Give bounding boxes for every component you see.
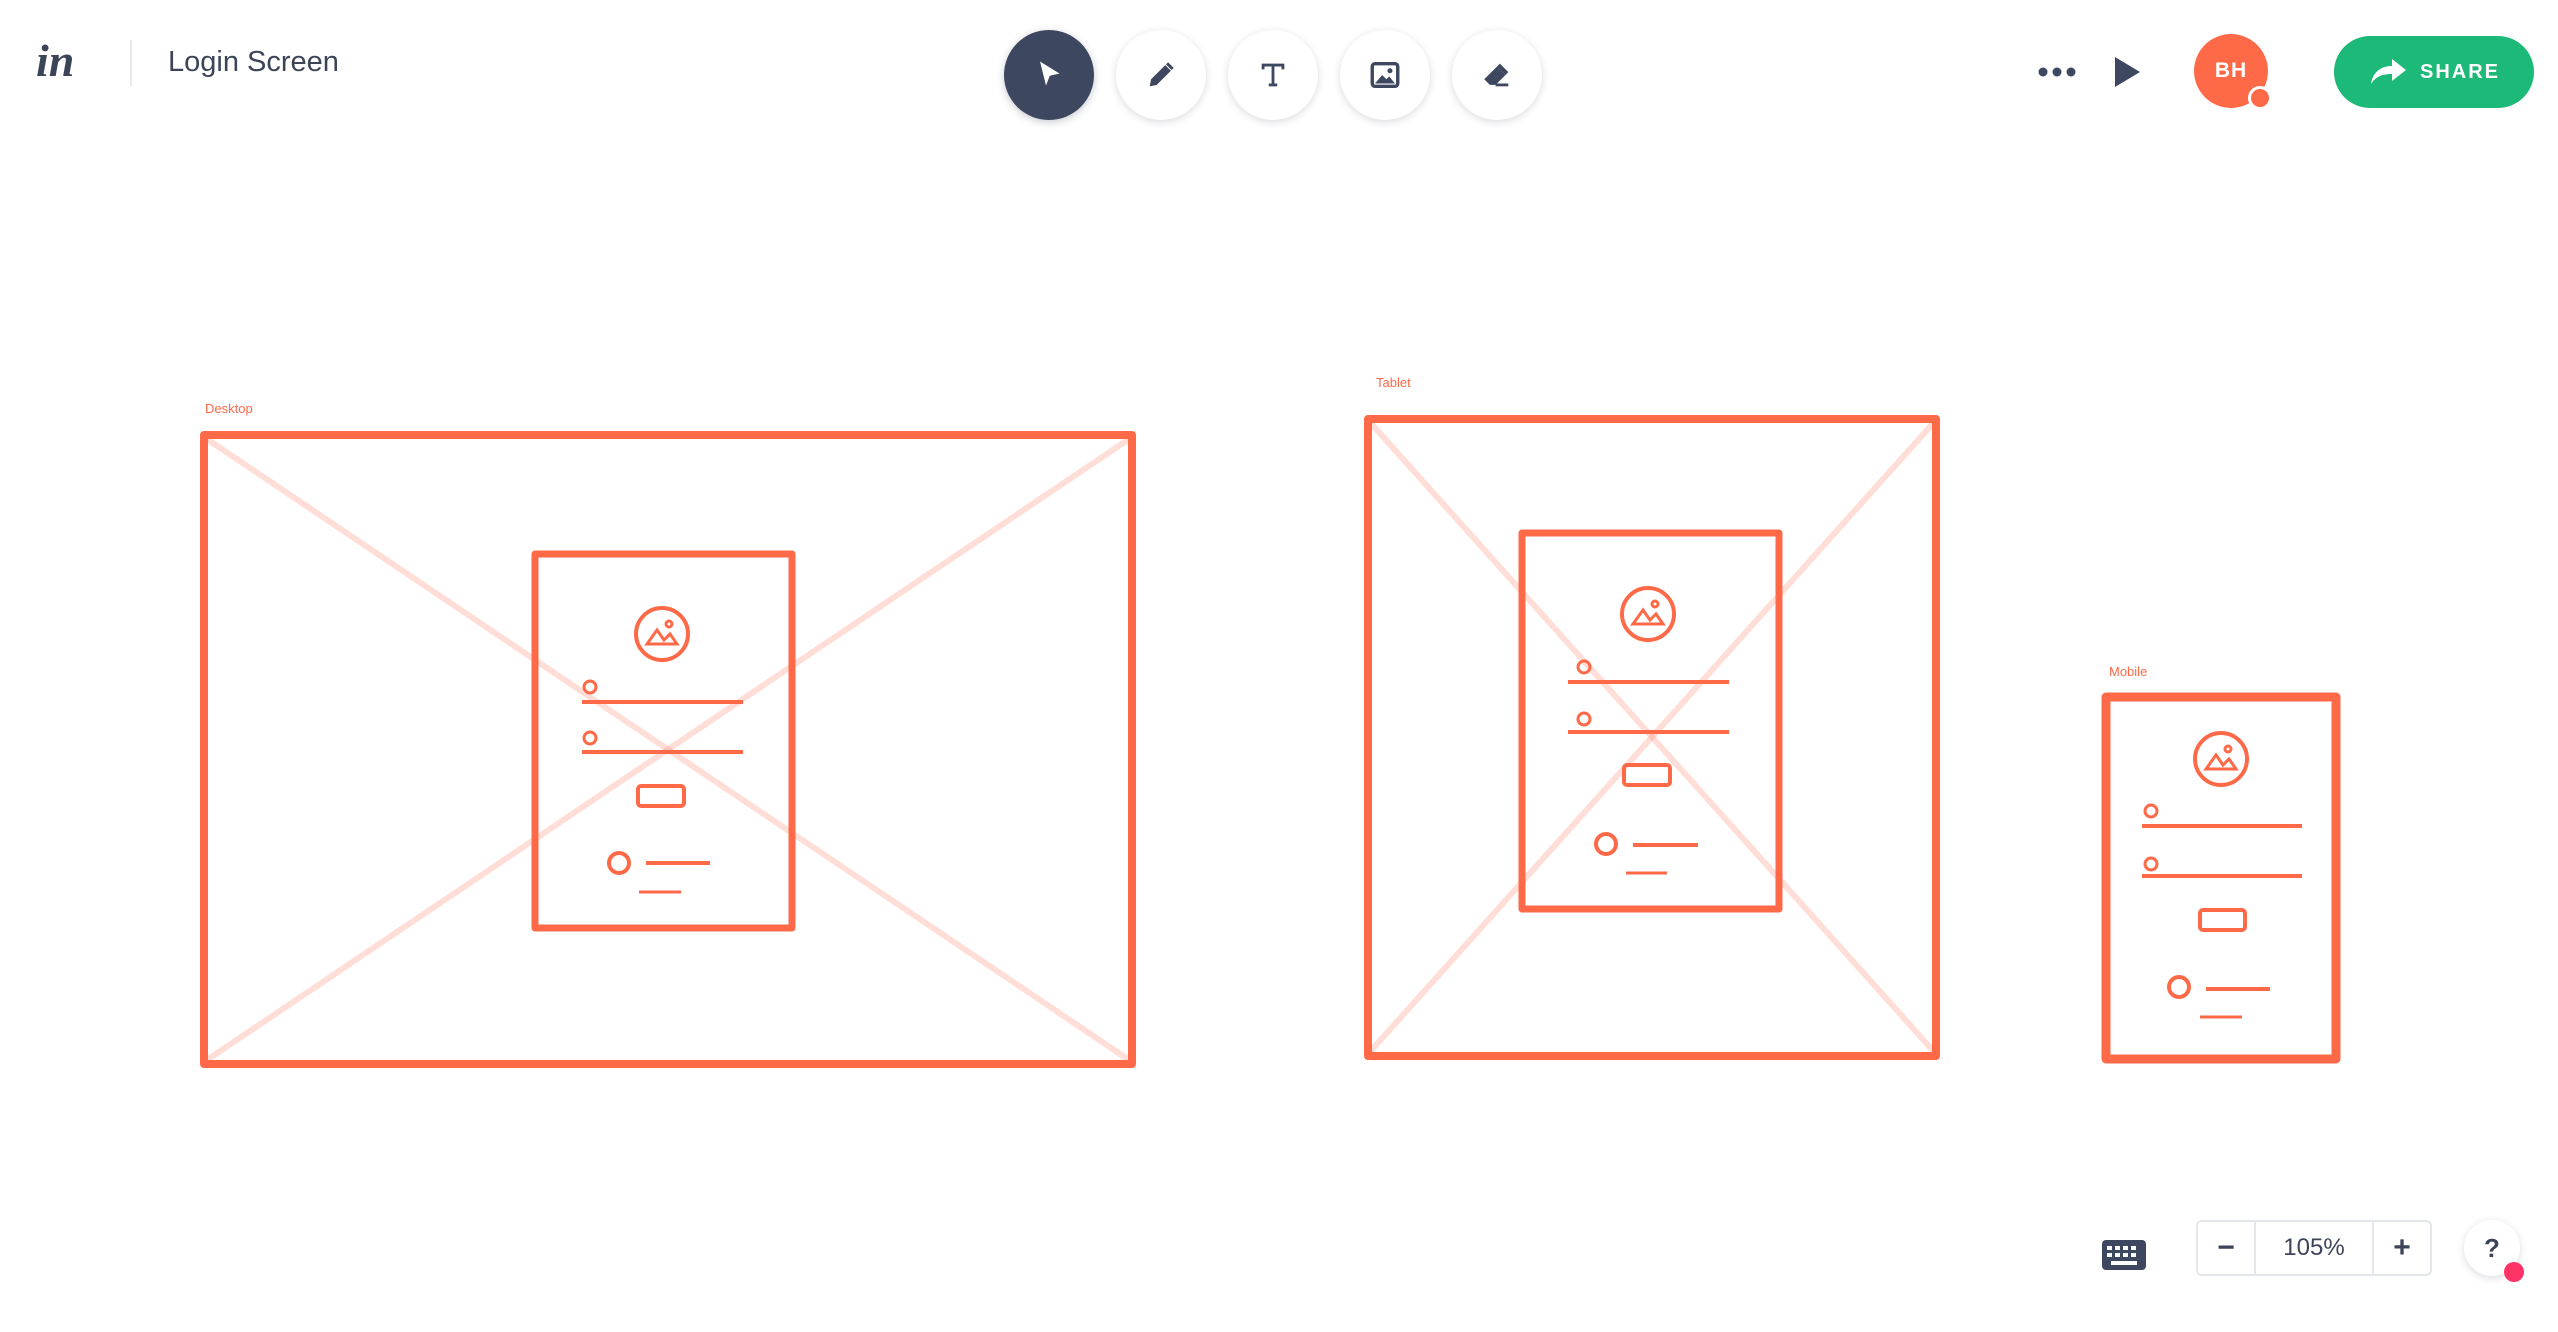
avatar-initials: BH [2214, 59, 2248, 82]
document-title[interactable]: Login Screen [168, 46, 339, 79]
select-tool-button[interactable] [1004, 30, 1094, 120]
user-avatar[interactable]: BH [2194, 34, 2272, 110]
bottom-bar: − 105% + ? [0, 1200, 2558, 1332]
svg-text:in: in [36, 35, 74, 86]
share-button[interactable]: SHARE [2334, 36, 2534, 108]
play-icon [2115, 57, 2140, 87]
share-label: SHARE [2419, 60, 2500, 83]
mobile-wireframe[interactable] [2101, 692, 2341, 1064]
invision-logo[interactable]: in [34, 32, 94, 92]
top-bar: in Login Screen BH SHARE [0, 0, 2558, 150]
drawing-toolbar [1004, 30, 1542, 122]
zoom-control: − 105% + [2196, 1220, 2432, 1276]
preview-play-button[interactable] [2102, 46, 2152, 98]
help-notification-dot [2504, 1262, 2524, 1282]
text-icon [1261, 63, 1285, 87]
desktop-wireframe[interactable] [200, 431, 1136, 1068]
keyboard-icon [2102, 1240, 2146, 1270]
eraser-icon [1484, 63, 1509, 87]
text-tool-button[interactable] [1228, 30, 1318, 120]
cursor-icon [1040, 61, 1060, 86]
wireframe-sketches [200, 415, 2341, 1068]
more-options-button[interactable] [2032, 48, 2082, 96]
invision-logo-icon: in [36, 35, 74, 86]
pencil-icon [1149, 62, 1174, 87]
image-tool-button[interactable] [1340, 30, 1430, 120]
share-arrow-icon [2370, 59, 2406, 84]
zoom-in-button[interactable]: + [2374, 1222, 2430, 1274]
pen-tool-button[interactable] [1116, 30, 1206, 120]
zoom-level[interactable]: 105% [2254, 1222, 2374, 1274]
keyboard-shortcuts-button[interactable] [2100, 1230, 2148, 1280]
presence-dot [2248, 86, 2272, 110]
ellipsis-icon [2038, 67, 2076, 77]
header-divider [130, 40, 132, 86]
whiteboard-canvas[interactable]: Desktop Tablet Mobile [0, 150, 2558, 1200]
eraser-tool-button[interactable] [1452, 30, 1542, 120]
image-icon [1370, 61, 1400, 89]
zoom-out-button[interactable]: − [2198, 1222, 2254, 1274]
tablet-wireframe[interactable] [1364, 415, 1940, 1060]
